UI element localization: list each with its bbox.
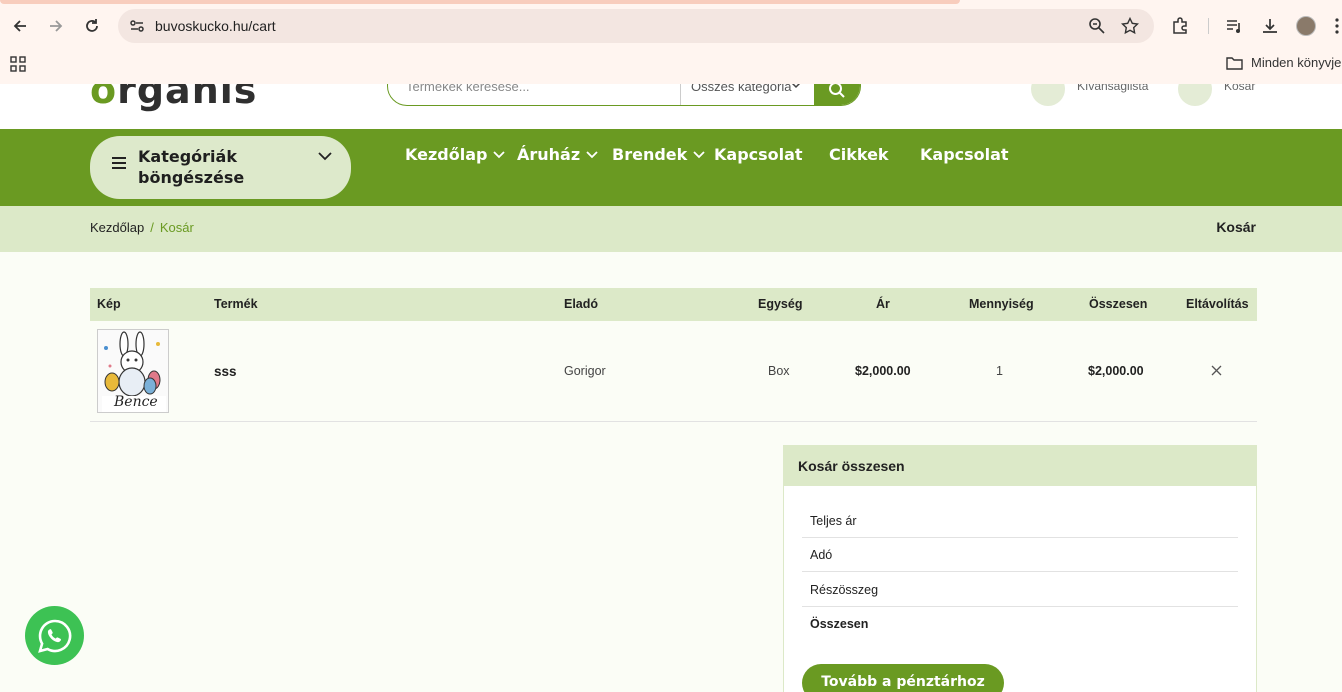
search-category-select[interactable]: Összes kategória (680, 84, 815, 105)
url-text[interactable]: buvoskucko.hu/cart (155, 18, 276, 34)
breadcrumb: Kezdőlap / Kosár (90, 220, 194, 235)
nav-item-aruhaz[interactable]: Áruház (517, 145, 598, 164)
cart-totals-header: Kosár összesen (784, 446, 1256, 486)
quantity-value[interactable]: 1 (996, 364, 1003, 378)
product-image[interactable]: Bence (97, 329, 169, 413)
active-tab-strip (0, 0, 960, 4)
cart-icon[interactable] (1178, 84, 1212, 106)
totals-label: Teljes ár (810, 514, 857, 528)
totals-row-tax: Adó (802, 538, 1238, 572)
breadcrumb-home-link[interactable]: Kezdőlap (90, 220, 144, 235)
totals-label: Adó (810, 548, 833, 562)
forward-arrow-icon (50, 20, 63, 32)
extensions-icon[interactable] (1171, 17, 1189, 35)
nav-item-brendek[interactable]: Brendek (612, 145, 705, 164)
breadcrumb-current: Kosár (159, 220, 194, 235)
totals-row-subtotal: Részösszeg (802, 573, 1238, 607)
nav-item-kapcsolat[interactable]: Kapcsolat (714, 145, 803, 164)
nav-item-label: Áruház (517, 145, 581, 164)
reload-icon (86, 19, 98, 32)
totals-label: Részösszeg (810, 583, 879, 597)
back-button[interactable] (8, 14, 32, 38)
browse-categories-button[interactable]: Kategóriák böngészése (90, 136, 351, 199)
checkout-button[interactable]: Tovább a pénztárhoz (802, 664, 1004, 692)
search-button[interactable] (814, 84, 860, 105)
site-logo[interactable]: organis (90, 84, 257, 112)
product-name-link[interactable]: sss (214, 364, 237, 379)
totals-row-full-price: Teljes ár (802, 504, 1238, 538)
cart-totals-panel: Kosár összesen Teljes ár Adó Részösszeg … (783, 445, 1257, 692)
site-header: organis Termékek keresése... Összes kate… (0, 84, 1342, 129)
apps-grid-icon[interactable] (10, 56, 26, 72)
back-arrow-icon (13, 20, 26, 32)
wishlist-label[interactable]: Kívánságlista (1077, 84, 1148, 93)
chevron-down-icon (693, 150, 705, 158)
price-value: $2,000.00 (855, 364, 911, 378)
download-icon[interactable] (1261, 17, 1279, 35)
site-settings-icon[interactable] (128, 17, 146, 35)
column-header-remove: Eltávolítás (1186, 297, 1249, 311)
toolbar-divider (1208, 18, 1209, 34)
profile-avatar[interactable] (1296, 16, 1316, 36)
bookmarks-folder-label: Minden könyvjelz (1251, 55, 1342, 70)
wishlist-icon[interactable] (1031, 84, 1065, 106)
folder-icon (1226, 56, 1243, 70)
chevron-down-icon (586, 150, 598, 158)
search-category-label: Összes kategória (691, 84, 792, 94)
media-queue-icon[interactable] (1225, 17, 1243, 35)
column-header-total: Összesen (1089, 297, 1148, 311)
browser-toolbar: buvoskucko.hu/cart Minden könyvjelz (0, 0, 1342, 84)
nav-item-kezdolap[interactable]: Kezdőlap (405, 145, 506, 164)
browse-categories-label: Kategóriák böngészése (138, 147, 245, 187)
search-input[interactable]: Termékek keresése... (406, 84, 530, 94)
nav-item-cikkek[interactable]: Cikkek (829, 145, 889, 164)
address-bar[interactable]: buvoskucko.hu/cart (118, 9, 1154, 43)
bookmark-star-icon[interactable] (1121, 17, 1139, 35)
page-title: Kosár (1216, 219, 1256, 235)
row-total-value: $2,000.00 (1088, 364, 1144, 378)
whatsapp-button[interactable] (25, 606, 84, 665)
breadcrumb-bar: Kezdőlap / Kosár Kosár (0, 206, 1342, 252)
nav-item-label: Kapcsolat (714, 145, 803, 164)
column-header-unit: Egység (758, 297, 803, 311)
hamburger-icon (112, 157, 126, 169)
table-row: Bence sss Gorigor Box $2,000.00 1 $2,000… (90, 321, 1257, 422)
chevron-down-icon (318, 152, 332, 161)
search-icon (829, 84, 845, 98)
reload-button[interactable] (80, 14, 104, 38)
breadcrumb-separator: / (150, 220, 154, 235)
whatsapp-icon (37, 619, 71, 653)
cart-table-header: Kép Termék Eladó Egység Ár Mennyiség Öss… (90, 288, 1257, 321)
forward-button[interactable] (44, 14, 68, 38)
nav-item-label: Kapcsolat (920, 145, 1009, 164)
main-navigation: Kategóriák böngészése Kezdőlap Áruház Br… (0, 129, 1342, 206)
totals-label: Összesen (810, 617, 869, 631)
column-header-image: Kép (97, 297, 121, 311)
chevron-down-icon (791, 84, 801, 89)
zoom-icon[interactable] (1088, 17, 1106, 35)
more-menu-icon[interactable] (1333, 17, 1341, 35)
totals-row-total: Összesen (802, 607, 1238, 641)
column-header-price: Ár (876, 297, 890, 311)
close-icon[interactable] (1211, 365, 1222, 376)
cart-label[interactable]: Kosár (1224, 84, 1255, 93)
nav-item-label: Brendek (612, 145, 688, 164)
search-form: Termékek keresése... Összes kategória (387, 84, 861, 106)
all-bookmarks-folder[interactable]: Minden könyvjelz (1226, 55, 1342, 70)
cart-totals-title: Kosár összesen (798, 458, 905, 474)
column-header-seller: Eladó (564, 297, 599, 311)
image-caption: Bence (114, 394, 158, 410)
nav-item-kapcsolat-2[interactable]: Kapcsolat (920, 145, 1009, 164)
bookmarks-bar: Minden könyvjelz (0, 50, 1342, 80)
column-header-quantity: Mennyiség (969, 297, 1034, 311)
column-header-product: Termék (214, 297, 258, 311)
nav-item-label: Kezdőlap (405, 145, 488, 164)
nav-item-label: Cikkek (829, 145, 889, 164)
unit-value: Box (768, 364, 790, 378)
seller-name: Gorigor (564, 364, 606, 378)
chevron-down-icon (493, 150, 506, 158)
